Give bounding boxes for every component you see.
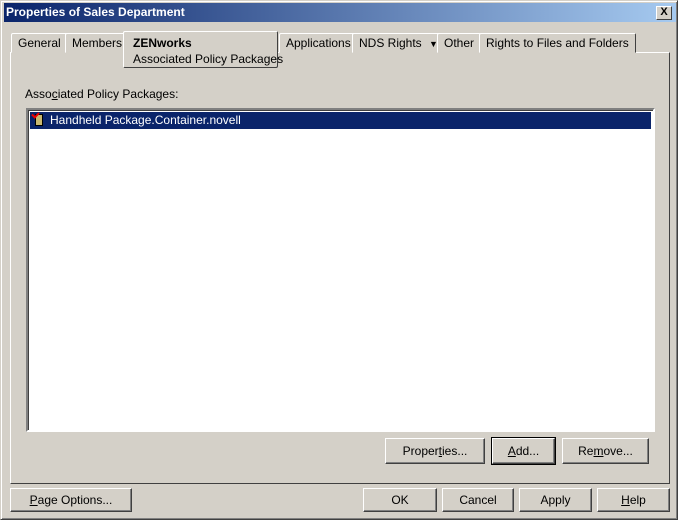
tab-other[interactable]: Other: [437, 33, 482, 53]
window-title: Properties of Sales Department: [6, 5, 185, 19]
close-button[interactable]: X: [656, 6, 672, 20]
apply-button[interactable]: Apply: [519, 488, 592, 512]
list-item-label: Handheld Package.Container.novell: [50, 113, 241, 127]
handheld-policy-icon: [35, 114, 43, 126]
tab-zenworks-label: ZENworks: [133, 36, 192, 50]
cancel-button[interactable]: Cancel: [442, 488, 514, 512]
list-item[interactable]: Handheld Package.Container.novell: [30, 112, 651, 129]
remove-button[interactable]: Remove...: [562, 438, 649, 464]
properties-button[interactable]: Properties...: [385, 438, 485, 464]
help-button[interactable]: Help: [597, 488, 670, 512]
title-bar: Properties of Sales Department X: [4, 3, 676, 22]
list-label: Associated Policy Packages:: [25, 87, 179, 101]
properties-dialog: Properties of Sales Department X General…: [0, 0, 678, 520]
tab-nds-rights[interactable]: NDS Rights ▼: [352, 33, 445, 53]
tab-nds-rights-label: NDS Rights: [359, 36, 422, 50]
ok-button[interactable]: OK: [363, 488, 437, 512]
policy-packages-list[interactable]: Handheld Package.Container.novell: [26, 108, 655, 432]
add-button[interactable]: Add...: [491, 437, 556, 465]
tab-members[interactable]: Members: [65, 33, 130, 53]
tab-applications[interactable]: Applications: [279, 33, 358, 53]
tab-zenworks[interactable]: ZENworks Associated Policy Packages: [123, 31, 283, 68]
tab-zenworks-subpage[interactable]: Associated Policy Packages: [133, 51, 283, 67]
page-options-button[interactable]: Page Options...: [10, 488, 132, 512]
tab-rights-files-folders[interactable]: Rights to Files and Folders: [479, 33, 636, 53]
tab-general[interactable]: General: [11, 33, 68, 53]
